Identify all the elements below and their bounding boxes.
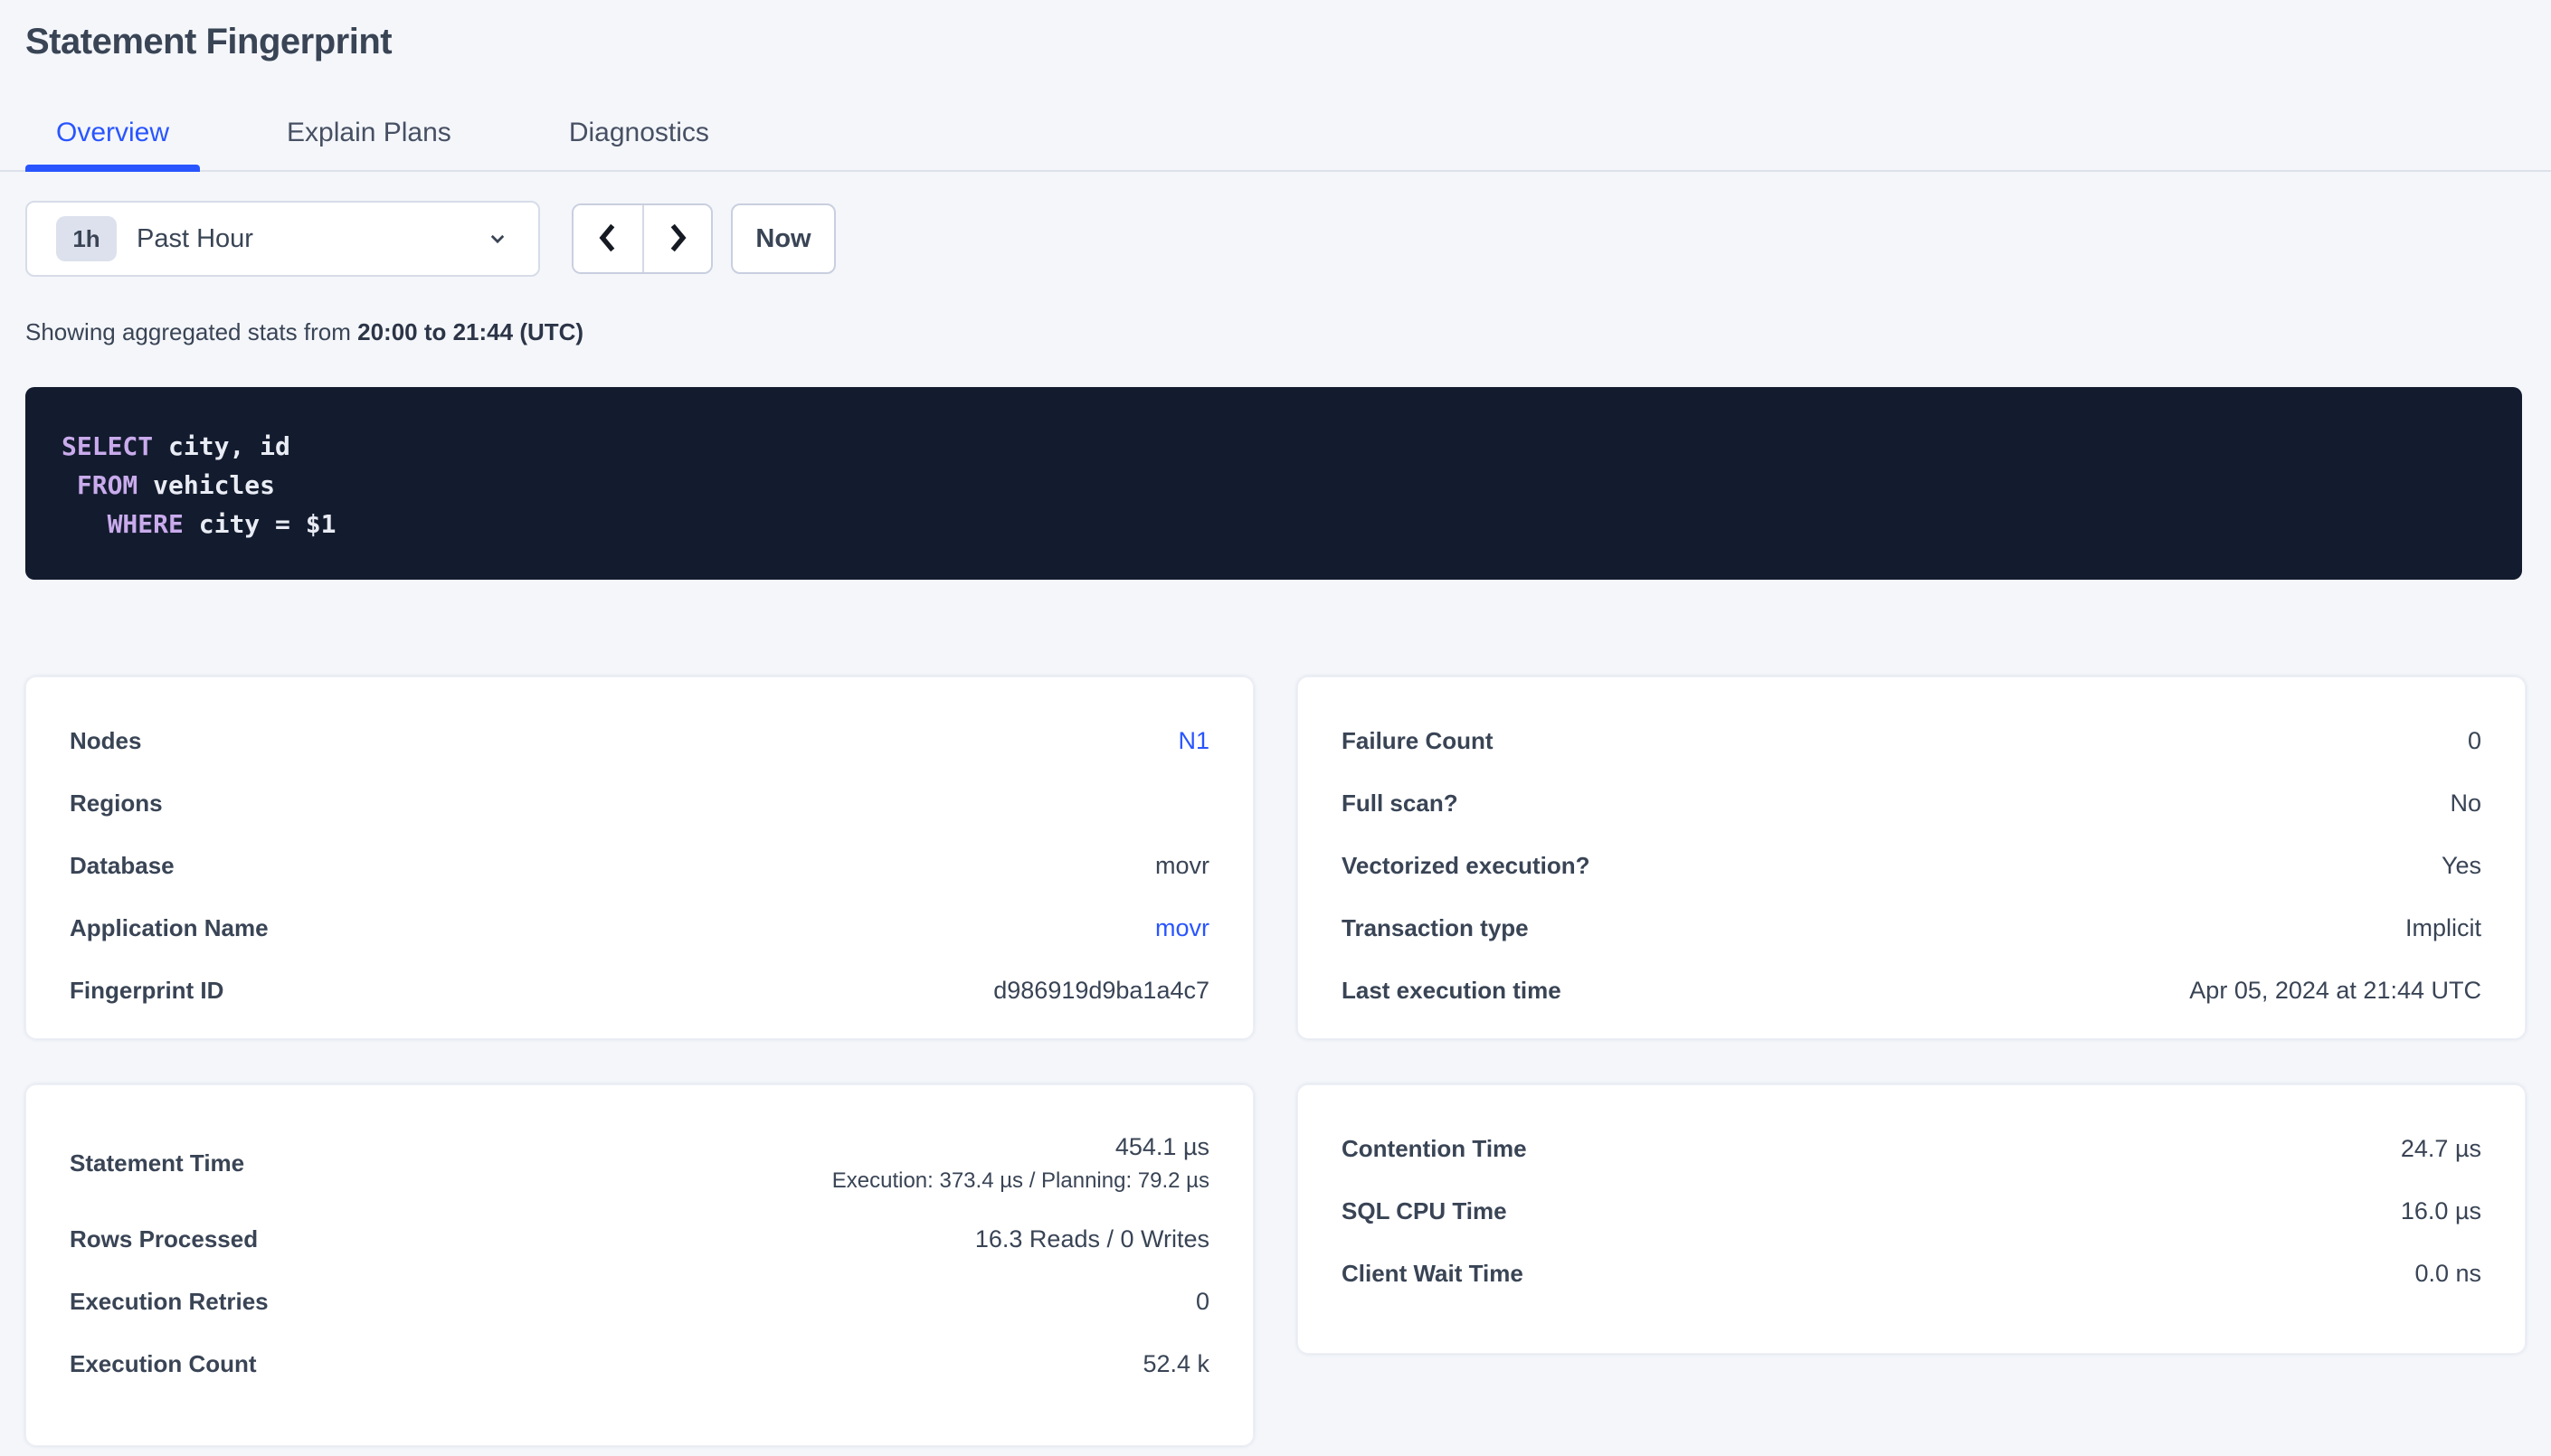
row-value: d986919d9ba1a4c7 <box>993 977 1209 1005</box>
row-label: Client Wait Time <box>1342 1260 1551 1288</box>
row-label: Transaction type <box>1342 914 1556 942</box>
time-controls: 1h Past Hour <box>25 201 2526 277</box>
row-label: Full scan? <box>1342 789 1485 818</box>
row-value: 24.7 µs <box>2401 1135 2481 1163</box>
row-label: Application Name <box>70 914 296 942</box>
card-row: Full scan? No <box>1342 772 2481 835</box>
row-label: Fingerprint ID <box>70 977 251 1005</box>
sql-line: FROM vehicles <box>62 466 2486 505</box>
row-value: movr <box>1155 852 1209 880</box>
card-row: Last execution time Apr 05, 2024 at 21:44… <box>1342 960 2481 1022</box>
row-value: No <box>2450 789 2481 818</box>
page-title: Statement Fingerprint <box>25 0 2526 63</box>
row-value: Implicit <box>2405 914 2481 942</box>
row-value-link[interactable]: N1 <box>1178 727 1209 755</box>
card-row: Vectorized execution? Yes <box>1342 835 2481 897</box>
sql-statement: SELECT city, id FROM vehicles WHERE city… <box>62 427 2486 544</box>
row-value: 52.4 k <box>1143 1350 1209 1378</box>
card-row: Regions <box>70 772 1209 835</box>
row-value: Yes <box>2442 852 2481 880</box>
card-row: Contention Time 24.7 µs <box>1342 1118 2481 1180</box>
next-interval-button[interactable] <box>642 205 711 272</box>
row-value: 16.3 Reads / 0 Writes <box>975 1225 1209 1253</box>
card-row: SQL CPU Time 16.0 µs <box>1342 1180 2481 1243</box>
card-row: Database movr <box>70 835 1209 897</box>
tab-bar: Overview Explain Plans Diagnostics <box>0 99 2551 172</box>
stats-summary: Showing aggregated stats from 20:00 to 2… <box>25 318 2526 345</box>
row-label: Rows Processed <box>70 1225 285 1253</box>
row-value-stack: 454.1 µs Execution: 373.4 µs / Planning: … <box>832 1133 1209 1194</box>
sql-line: WHERE city = $1 <box>62 505 2486 544</box>
chevron-down-icon <box>484 225 511 252</box>
sql-text <box>62 509 108 539</box>
card-row: Client Wait Time 0.0 ns <box>1342 1243 2481 1305</box>
card-row: Nodes N1 <box>70 710 1209 772</box>
row-value: Apr 05, 2024 at 21:44 UTC <box>2189 977 2481 1005</box>
card-row: Execution Retries 0 <box>70 1271 1209 1333</box>
row-value: 0 <box>1196 1288 1209 1316</box>
card-stats-left: Statement Time 454.1 µs Execution: 373.4 µ… <box>25 1084 1254 1446</box>
row-label: Failure Count <box>1342 727 1521 755</box>
interval-label: Past Hour <box>137 224 484 254</box>
row-label: Contention Time <box>1342 1135 1554 1163</box>
row-label: Database <box>70 852 202 880</box>
stats-summary-prefix: Showing aggregated stats from <box>25 318 357 345</box>
row-label: Nodes <box>70 727 168 755</box>
sql-keyword: FROM <box>77 470 138 500</box>
sql-text: vehicles <box>138 470 275 500</box>
now-button[interactable]: Now <box>731 203 836 274</box>
row-label: Regions <box>70 789 190 818</box>
sql-keyword: WHERE <box>108 509 184 539</box>
row-label: Last execution time <box>1342 977 1588 1005</box>
interval-badge: 1h <box>56 216 117 261</box>
row-value: 0.0 ns <box>2414 1260 2481 1288</box>
sql-box: SELECT city, id FROM vehicles WHERE city… <box>25 387 2522 580</box>
time-interval-dropdown[interactable]: 1h Past Hour <box>25 201 540 277</box>
sql-line: SELECT city, id <box>62 427 2486 466</box>
card-row: Execution Count 52.4 k <box>70 1333 1209 1395</box>
tab-diagnostics[interactable]: Diagnostics <box>538 99 740 170</box>
card-details-right: Failure Count 0 Full scan? No Vectorized exe… <box>1297 676 2526 1039</box>
card-row: Failure Count 0 <box>1342 710 2481 772</box>
cards-grid: NodesN1RegionsDatabasemovrApplication Na… <box>25 676 2526 1446</box>
tab-overview[interactable]: Overview <box>25 99 200 170</box>
card-row: Application Name movr <box>70 897 1209 960</box>
row-label: Execution Count <box>70 1350 284 1378</box>
row-value: 454.1 µs <box>1115 1133 1209 1161</box>
card-row: Rows Processed 16.3 Reads / 0 Writes <box>70 1208 1209 1271</box>
row-value: 16.0 µs <box>2401 1197 2481 1225</box>
chevron-right-icon <box>661 218 694 260</box>
card-stats-right: Contention Time 24.7 µs SQL CPU Time 16.0 µ… <box>1297 1084 2526 1354</box>
row-label: Execution Retries <box>70 1288 296 1316</box>
sql-text: city, id <box>153 431 290 461</box>
card-row: Statement Time 454.1 µs Execution: 373.4 µ… <box>70 1118 1209 1208</box>
stats-summary-range: 20:00 to 21:44 (UTC) <box>357 318 583 345</box>
row-value-link[interactable]: movr <box>1155 914 1209 942</box>
card-row: Transaction type Implicit <box>1342 897 2481 960</box>
sql-text: city = $1 <box>184 509 337 539</box>
row-label: SQL CPU Time <box>1342 1197 1534 1225</box>
row-subvalue: Execution: 373.4 µs / Planning: 79.2 µs <box>832 1168 1209 1194</box>
row-label: Vectorized execution? <box>1342 852 1617 880</box>
row-label: Statement Time <box>70 1149 271 1177</box>
tab-explain-plans[interactable]: Explain Plans <box>256 99 482 170</box>
sql-keyword: SELECT <box>62 431 153 461</box>
chevron-left-icon <box>592 218 624 260</box>
card-details-left: NodesN1RegionsDatabasemovrApplication Na… <box>25 676 1254 1039</box>
previous-interval-button[interactable] <box>574 205 642 272</box>
time-step-button-group <box>572 203 713 274</box>
sql-text <box>62 470 77 500</box>
row-value: 0 <box>2468 727 2481 755</box>
card-row: Fingerprint ID d986919d9ba1a4c7 <box>70 960 1209 1022</box>
